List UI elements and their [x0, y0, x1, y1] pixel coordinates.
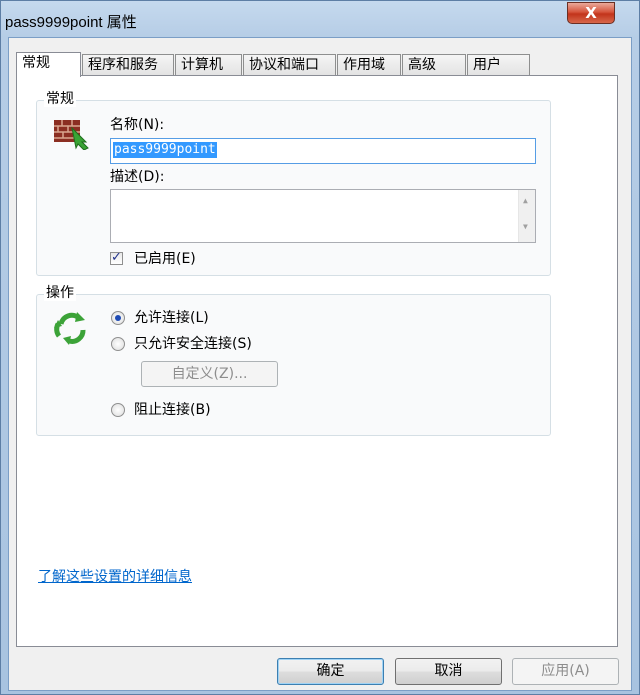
- description-label: 描述(D):: [110, 169, 165, 185]
- tab-scope[interactable]: 作用域: [337, 54, 401, 76]
- firewall-icon: [54, 120, 89, 150]
- allow-secure-connection-label: 只允许安全连接(S): [134, 336, 252, 352]
- learn-more-link[interactable]: 了解这些设置的详细信息: [38, 566, 192, 586]
- action-group-label: 操作: [44, 285, 76, 301]
- block-connection-radio[interactable]: [111, 403, 125, 417]
- allow-connection-radio[interactable]: [111, 311, 125, 325]
- window-title: pass9999point 属性: [5, 14, 137, 31]
- apply-button[interactable]: 应用(A): [512, 658, 619, 685]
- general-group-label: 常规: [44, 91, 76, 107]
- tab-computers[interactable]: 计算机: [175, 54, 242, 76]
- action-icon: [54, 312, 86, 345]
- title-bar[interactable]: pass9999point 属性 X: [1, 1, 639, 37]
- tab-programs-services[interactable]: 程序和服务: [82, 54, 174, 76]
- name-label: 名称(N):: [110, 117, 165, 133]
- checkmark-icon: ✓: [111, 250, 122, 265]
- scroll-up-icon[interactable]: ▲: [523, 196, 528, 205]
- allow-connection-label: 允许连接(L): [134, 310, 209, 326]
- allow-secure-connection-radio[interactable]: [111, 337, 125, 351]
- tab-protocols-ports[interactable]: 协议和端口: [243, 54, 336, 76]
- customize-button[interactable]: 自定义(Z)...: [141, 361, 278, 387]
- close-button[interactable]: X: [567, 2, 615, 24]
- description-scrollbar[interactable]: ▲ ▼: [518, 190, 535, 242]
- close-icon: X: [585, 4, 597, 22]
- radio-selected-dot: [115, 315, 121, 321]
- enabled-label: 已启用(E): [134, 251, 196, 267]
- tab-page-general: 常规 名称(N): pass9999point 描述(D): ▲ ▼ ✓ 已启用…: [16, 75, 618, 647]
- scroll-down-icon[interactable]: ▼: [523, 222, 528, 231]
- name-input[interactable]: pass9999point: [110, 138, 536, 164]
- tab-advanced[interactable]: 高级: [402, 54, 466, 76]
- ok-button[interactable]: 确定: [277, 658, 384, 685]
- properties-dialog: pass9999point 属性 X 常规 程序和服务 计算机 协议和端口 作用…: [0, 0, 640, 695]
- dialog-client-area: 常规 程序和服务 计算机 协议和端口 作用域 高级 用户 常规 名称(N): p…: [8, 37, 632, 691]
- enabled-checkbox[interactable]: ✓: [110, 250, 123, 265]
- description-textarea[interactable]: ▲ ▼: [110, 189, 536, 243]
- tab-general[interactable]: 常规: [16, 52, 81, 77]
- name-input-value: pass9999point: [113, 142, 217, 158]
- block-connection-label: 阻止连接(B): [134, 402, 211, 418]
- cancel-button[interactable]: 取消: [395, 658, 502, 685]
- tab-users[interactable]: 用户: [467, 54, 530, 76]
